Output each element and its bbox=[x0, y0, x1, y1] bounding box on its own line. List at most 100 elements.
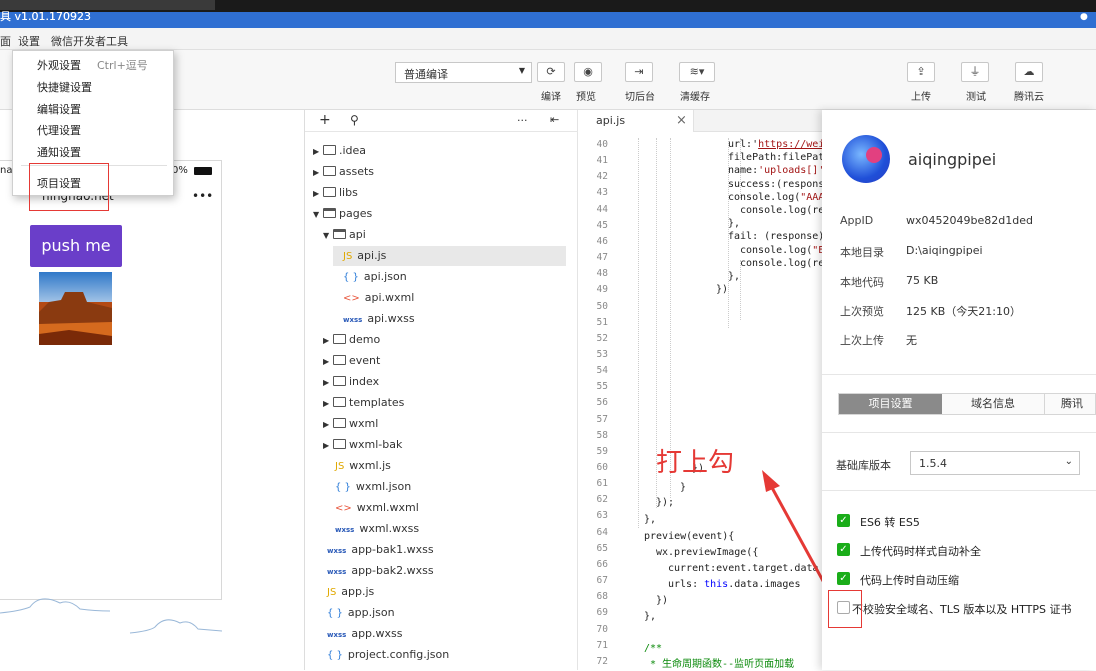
more-icon[interactable]: ··· bbox=[517, 114, 528, 127]
file-tree-item-label: app-bak2.wxss bbox=[351, 564, 434, 577]
code-line-48[interactable]: console.log("E bbox=[740, 244, 824, 257]
code-line-71[interactable]: /** bbox=[644, 642, 662, 655]
menu-editor-settings[interactable]: 编辑设置 bbox=[37, 101, 81, 117]
code-line-43[interactable]: success:(respons bbox=[728, 178, 824, 191]
tab-project-settings[interactable]: 项目设置 bbox=[839, 394, 942, 414]
file-tree-item[interactable]: ▶ wxml-bak bbox=[323, 435, 402, 455]
code-line-69[interactable]: }, bbox=[644, 610, 656, 623]
file-tree-item[interactable]: ▶ templates bbox=[323, 393, 404, 413]
test-button[interactable]: ⏚ bbox=[961, 62, 989, 82]
close-icon[interactable]: × bbox=[676, 113, 687, 128]
file-tree-item[interactable]: { } app.json bbox=[327, 603, 395, 623]
collapse-icon[interactable]: ⇤ bbox=[550, 113, 559, 126]
file-tree-item[interactable]: wxss app-bak2.wxss bbox=[327, 561, 434, 581]
flask-icon: ⏚ bbox=[969, 65, 981, 78]
file-tree-item[interactable]: { } wxml.json bbox=[335, 477, 411, 497]
more-icon[interactable]: ••• bbox=[192, 189, 213, 203]
line-number: 43 bbox=[596, 187, 608, 199]
add-file-icon[interactable]: + bbox=[319, 112, 331, 128]
code-line-50[interactable]: }, bbox=[728, 270, 740, 283]
file-tree-item[interactable]: { } project.config.json bbox=[327, 645, 449, 665]
base-lib-select[interactable]: 1.5.4 ⌄ bbox=[910, 451, 1080, 475]
file-tree-item[interactable]: JS api.js bbox=[333, 246, 566, 266]
file-tree-item[interactable]: ▶ .idea bbox=[313, 141, 366, 161]
line-number: 54 bbox=[596, 365, 608, 377]
menu-appearance-settings[interactable]: 外观设置 Ctrl+逗号 bbox=[37, 57, 148, 73]
upload-button[interactable]: ⇪ bbox=[907, 62, 935, 82]
file-tree-item-label: wxml-bak bbox=[349, 438, 403, 451]
file-tree-item[interactable]: wxss app-bak1.wxss bbox=[327, 540, 434, 560]
file-tree-item-label: .idea bbox=[339, 144, 367, 157]
checkbox-auto-minify[interactable]: ✓ bbox=[837, 572, 850, 585]
search-icon[interactable]: ⚲ bbox=[350, 113, 359, 127]
menu-item-settings[interactable]: 设置 bbox=[18, 33, 40, 49]
file-tree-item[interactable]: wxss api.wxss bbox=[343, 309, 415, 329]
file-tree-item[interactable]: ▶ libs bbox=[313, 183, 358, 203]
menu-item-wechat-devtools[interactable]: 微信开发者工具 bbox=[51, 33, 128, 49]
file-tree-item-label: wxml.json bbox=[355, 480, 412, 493]
preview-button[interactable]: ◉ bbox=[574, 62, 602, 82]
status-battery-text: 0% bbox=[172, 165, 188, 176]
code-line-49[interactable]: console.log(re bbox=[740, 257, 824, 270]
tab-domain-info[interactable]: 域名信息 bbox=[942, 394, 1045, 414]
checkbox-style-autocomplete[interactable]: ✓ bbox=[837, 543, 850, 556]
folder-icon bbox=[333, 376, 346, 386]
menu-item-page[interactable]: 面 bbox=[0, 33, 11, 49]
line-number: 46 bbox=[596, 235, 608, 247]
line-number: 50 bbox=[596, 300, 608, 312]
json-file-icon: { } bbox=[335, 482, 351, 493]
code-line-47[interactable]: fail: (response) bbox=[728, 230, 824, 243]
checkbox-skip-domain-check-label: 不校验安全域名、TLS 版本以及 HTTPS 证书 bbox=[852, 603, 1072, 616]
code-line-45[interactable]: console.log(re bbox=[740, 204, 824, 217]
clear-cache-button[interactable]: ≋▾ bbox=[679, 62, 715, 82]
editor-tab-api-js[interactable]: api.js × bbox=[578, 110, 694, 132]
file-tree-item[interactable]: { } api.json bbox=[343, 267, 407, 287]
code-line-72[interactable]: * 生命周期函数--监听页面加载 bbox=[644, 658, 794, 671]
file-tree-item[interactable]: wxss app.wxss bbox=[327, 624, 403, 644]
line-number: 55 bbox=[596, 381, 608, 393]
file-tree-item[interactable]: wxss wxml.wxss bbox=[335, 519, 419, 539]
menu-shortcut-settings[interactable]: 快捷键设置 bbox=[37, 79, 92, 95]
file-tree-item[interactable]: JS wxml.js bbox=[335, 456, 391, 476]
compile-button[interactable]: ⟳ bbox=[537, 62, 565, 82]
file-tree-item[interactable]: JS app.js bbox=[327, 582, 374, 602]
tab-tencent[interactable]: 腾讯 bbox=[1061, 394, 1083, 414]
file-tree-item[interactable]: ▶ assets bbox=[313, 162, 374, 182]
file-tree-item[interactable]: ▶ wxml bbox=[323, 414, 378, 434]
file-tree-item[interactable]: <> wxml.wxml bbox=[335, 498, 419, 518]
code-line-41[interactable]: filePath:filePat bbox=[728, 151, 824, 164]
code-line-63[interactable]: }, bbox=[644, 513, 656, 526]
code-line-68[interactable]: }) bbox=[656, 594, 668, 607]
menu-bar: 面 设置 微信开发者工具 bbox=[0, 28, 1096, 50]
background-button[interactable]: ⇥ bbox=[625, 62, 653, 82]
compile-mode-select[interactable]: 普通编译 ▼ bbox=[395, 62, 532, 83]
line-number: 67 bbox=[596, 575, 608, 587]
file-tree-item[interactable]: ▶ index bbox=[323, 372, 379, 392]
code-line-62[interactable]: }); bbox=[656, 496, 674, 509]
code-line-40[interactable]: url:'https://wei bbox=[728, 138, 824, 151]
file-tree-item[interactable]: ▶ demo bbox=[323, 330, 380, 350]
clear-cache-label: 清缓存 bbox=[680, 92, 710, 103]
local-dir-value: D:\aiqingpipei bbox=[906, 244, 983, 257]
folder-icon bbox=[323, 166, 336, 176]
file-tree-item[interactable]: <> api.wxml bbox=[343, 288, 414, 308]
file-tree-item[interactable]: ▼ api bbox=[323, 225, 366, 245]
file-tree-item[interactable]: ▼ pages bbox=[313, 204, 372, 224]
code-line-51[interactable]: }) bbox=[716, 283, 728, 296]
cloud-button[interactable]: ☁ bbox=[1015, 62, 1043, 82]
push-me-button[interactable]: push me bbox=[30, 225, 122, 267]
code-line-46[interactable]: }, bbox=[728, 217, 740, 230]
checkbox-es6[interactable]: ✓ bbox=[837, 514, 850, 527]
cloud-decoration bbox=[0, 598, 222, 634]
checkbox-auto-minify-label: 代码上传时自动压缩 bbox=[860, 574, 959, 587]
code-line-64[interactable]: preview(event){ bbox=[644, 530, 734, 543]
menu-notification-settings[interactable]: 通知设置 bbox=[37, 144, 81, 160]
layers-icon: ≋▾ bbox=[689, 65, 705, 78]
code-line-42[interactable]: name:'uploads[]' bbox=[728, 164, 824, 177]
code-line-44[interactable]: console.log("AAA bbox=[728, 191, 824, 204]
menu-proxy-settings[interactable]: 代理设置 bbox=[37, 122, 81, 138]
caret-right-icon: ▶ bbox=[323, 336, 330, 345]
folder-icon bbox=[333, 418, 346, 428]
file-tree-item[interactable]: ▶ event bbox=[323, 351, 380, 371]
code-line-61[interactable]: } bbox=[680, 481, 686, 494]
